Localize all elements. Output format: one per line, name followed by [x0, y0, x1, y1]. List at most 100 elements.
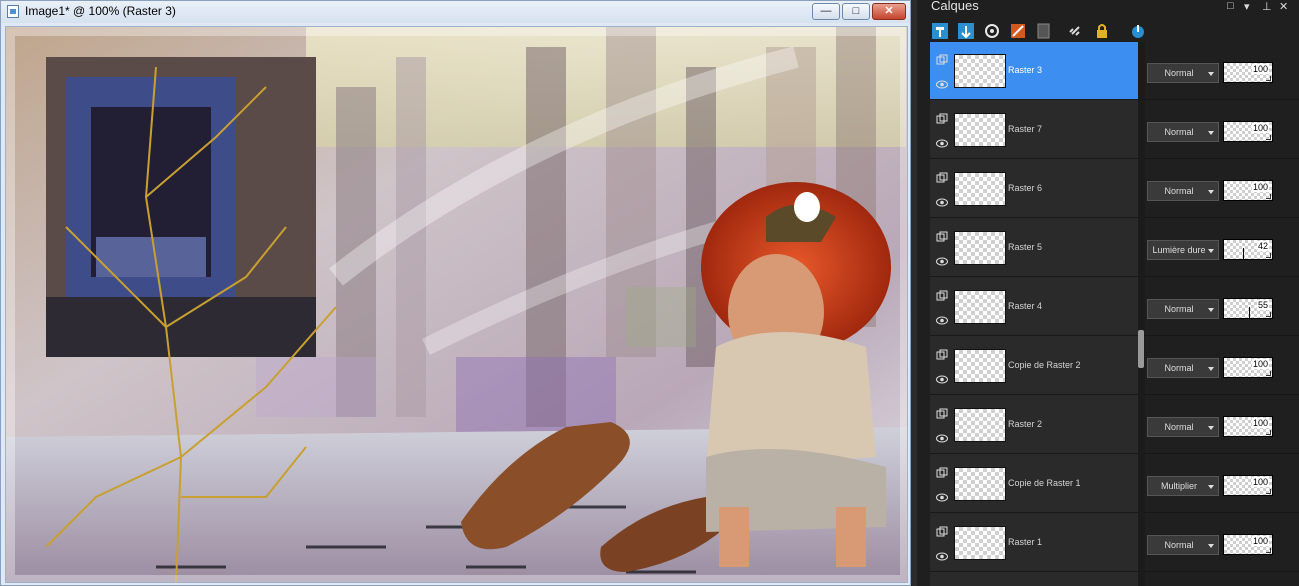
new-vector-layer-icon[interactable]	[957, 22, 975, 40]
blend-mode-select[interactable]: Multiplier	[1147, 476, 1219, 496]
maximize-button[interactable]: □	[842, 3, 870, 20]
visibility-eye-icon[interactable]	[936, 257, 948, 266]
group-icon[interactable]	[1035, 22, 1053, 40]
blend-mode-value: Normal	[1164, 540, 1194, 550]
image-window-titlebar[interactable]: Image1* @ 100% (Raster 3) — □ ✕	[1, 1, 910, 23]
new-raster-layer-icon[interactable]	[931, 22, 949, 40]
layer-row[interactable]: Copie de Raster 2	[930, 337, 1138, 395]
layer-properties-column: Normal 100 Normal 100 Normal 100 Lumière dure 4…	[1145, 42, 1299, 586]
layer-row[interactable]: Copie de Raster 1	[930, 455, 1138, 513]
layer-properties-row: Normal 100	[1145, 42, 1299, 100]
opacity-slider-marker[interactable]	[1249, 307, 1250, 318]
resize-grip-icon	[1266, 194, 1271, 199]
layer-type-icon[interactable]	[936, 467, 948, 479]
layer-row[interactable]: Raster 7	[930, 101, 1138, 159]
lock-icon[interactable]	[1093, 22, 1111, 40]
blend-mode-value: Normal	[1164, 304, 1194, 314]
blend-mode-select[interactable]: Normal	[1147, 122, 1219, 142]
layer-type-icon[interactable]	[936, 113, 948, 125]
blend-mode-value: Normal	[1164, 68, 1194, 78]
panel-menu-dropdown[interactable]: ▾	[1244, 0, 1250, 13]
layer-type-icon[interactable]	[936, 290, 948, 302]
visibility-eye-icon[interactable]	[936, 493, 948, 502]
opacity-slider-marker[interactable]	[1243, 248, 1244, 259]
chevron-down-icon	[1208, 367, 1214, 371]
blend-mode-value: Lumière dure	[1152, 245, 1206, 255]
layer-type-icon[interactable]	[936, 349, 948, 361]
pin-panel-button[interactable]: ⊥	[1262, 0, 1272, 13]
blend-mode-select[interactable]: Lumière dure	[1147, 240, 1219, 260]
layer-type-icon[interactable]	[936, 54, 948, 66]
opacity-value: 100	[1251, 359, 1269, 369]
visibility-eye-icon[interactable]	[936, 198, 948, 207]
opacity-slider[interactable]: 100	[1223, 62, 1273, 83]
layer-type-icon[interactable]	[936, 172, 948, 184]
artwork	[6, 27, 907, 582]
opacity-slider[interactable]: 100	[1223, 180, 1273, 201]
resize-grip-icon	[1266, 312, 1271, 317]
opacity-value: 100	[1251, 536, 1269, 546]
opacity-slider[interactable]: 100	[1223, 416, 1273, 437]
image-canvas[interactable]	[5, 26, 908, 583]
blend-mode-select[interactable]: Normal	[1147, 417, 1219, 437]
opacity-slider[interactable]: 55	[1223, 298, 1273, 319]
resize-grip-icon	[1266, 430, 1271, 435]
layer-thumbnail	[954, 349, 1006, 383]
visibility-eye-icon[interactable]	[936, 375, 948, 384]
delete-icon[interactable]	[1129, 22, 1147, 40]
restore-panel-button[interactable]: □	[1227, 0, 1234, 12]
adjustment-layer-icon[interactable]	[1009, 22, 1027, 40]
link-icon[interactable]	[1067, 22, 1085, 40]
chevron-down-icon	[1208, 485, 1214, 489]
visibility-eye-icon[interactable]	[936, 316, 948, 325]
layer-type-icon[interactable]	[936, 526, 948, 538]
chevron-down-icon	[1208, 190, 1214, 194]
layer-properties-row: Normal 100	[1145, 514, 1299, 572]
blend-mode-select[interactable]: Normal	[1147, 535, 1219, 555]
close-button[interactable]: ✕	[872, 3, 906, 20]
visibility-eye-icon[interactable]	[936, 139, 948, 148]
image-window-title: Image1* @ 100% (Raster 3)	[25, 4, 176, 18]
resize-grip-icon	[1266, 489, 1271, 494]
visibility-eye-icon[interactable]	[936, 434, 948, 443]
opacity-value: 100	[1251, 418, 1269, 428]
panel-splitter[interactable]	[1138, 42, 1145, 586]
minimize-button[interactable]: —	[812, 3, 840, 20]
layer-row[interactable]: Raster 2	[930, 396, 1138, 454]
splitter-grip[interactable]	[1138, 330, 1144, 368]
layer-thumbnail	[954, 172, 1006, 206]
close-panel-button[interactable]: ✕	[1279, 0, 1288, 13]
layer-name: Raster 4	[1008, 301, 1043, 311]
chevron-down-icon	[1208, 308, 1214, 312]
layer-type-icon[interactable]	[936, 231, 948, 243]
visibility-eye-icon[interactable]	[936, 552, 948, 561]
blend-mode-select[interactable]: Normal	[1147, 181, 1219, 201]
blend-mode-select[interactable]: Normal	[1147, 63, 1219, 83]
opacity-slider[interactable]: 100	[1223, 534, 1273, 555]
chevron-down-icon	[1208, 72, 1214, 76]
opacity-slider[interactable]: 100	[1223, 475, 1273, 496]
layer-name: Copie de Raster 1	[1008, 478, 1081, 488]
layer-name: Raster 3	[1008, 65, 1043, 75]
layer-type-icon[interactable]	[936, 408, 948, 420]
layer-properties-row: Normal 100	[1145, 396, 1299, 454]
blend-mode-select[interactable]: Normal	[1147, 299, 1219, 319]
mask-icon[interactable]	[983, 22, 1001, 40]
opacity-slider[interactable]: 100	[1223, 121, 1273, 142]
blend-mode-value: Normal	[1164, 186, 1194, 196]
blend-mode-select[interactable]: Normal	[1147, 358, 1219, 378]
layer-row[interactable]: Raster 3	[930, 42, 1138, 100]
opacity-slider[interactable]: 42	[1223, 239, 1273, 260]
layers-panel-title: Calques	[931, 0, 979, 13]
layer-row[interactable]: Raster 1	[930, 514, 1138, 572]
opacity-slider[interactable]: 100	[1223, 357, 1273, 378]
visibility-eye-icon[interactable]	[936, 80, 948, 89]
layer-properties-row: Normal 100	[1145, 160, 1299, 218]
layer-properties-row: Multiplier 100	[1145, 455, 1299, 513]
layer-row[interactable]: Raster 5	[930, 219, 1138, 277]
layer-row[interactable]: Raster 6	[930, 160, 1138, 218]
layer-thumbnail	[954, 526, 1006, 560]
layer-row[interactable]: Raster 4	[930, 278, 1138, 336]
image-window: Image1* @ 100% (Raster 3) — □ ✕	[0, 0, 911, 586]
layer-name: Raster 6	[1008, 183, 1043, 193]
